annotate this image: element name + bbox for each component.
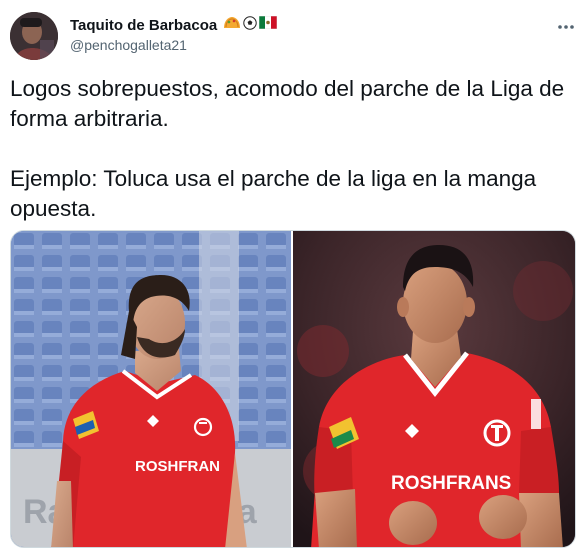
photo-right-real-player[interactable]: ROSHFRANS [293, 231, 575, 547]
jersey-sponsor: ROSHFRANS [391, 473, 511, 494]
photo-left-game-render[interactable]: Ra da [11, 231, 291, 547]
tweet-media: Ra da [10, 230, 576, 548]
taco-icon [223, 16, 241, 35]
tweet: Taquito de Barbacoa @penchogalleta21 Log… [0, 0, 588, 559]
name-emojis [223, 15, 278, 35]
display-name[interactable]: Taquito de Barbacoa [70, 17, 217, 34]
tweet-text: Logos sobrepuestos, acomodo del parche d… [10, 74, 580, 224]
handle[interactable]: @penchogalleta21 [70, 37, 187, 53]
mexico-flag-icon [258, 15, 278, 34]
more-options-icon [557, 17, 575, 35]
tweet-text-line: Ejemplo: Toluca usa el parche de la liga… [10, 166, 537, 191]
tweet-text-line: Logos sobrepuestos, acomodo del parche d… [10, 76, 565, 101]
more-options-button[interactable] [554, 14, 578, 38]
name-row: Taquito de Barbacoa [70, 15, 278, 35]
jersey-sponsor: ROSHFRAN [135, 458, 220, 475]
soccer-ball-icon [243, 15, 257, 35]
avatar[interactable] [10, 12, 58, 60]
tweet-text-line: forma arbitraria. [10, 106, 169, 131]
tweet-text-line: opuesta. [10, 196, 97, 221]
